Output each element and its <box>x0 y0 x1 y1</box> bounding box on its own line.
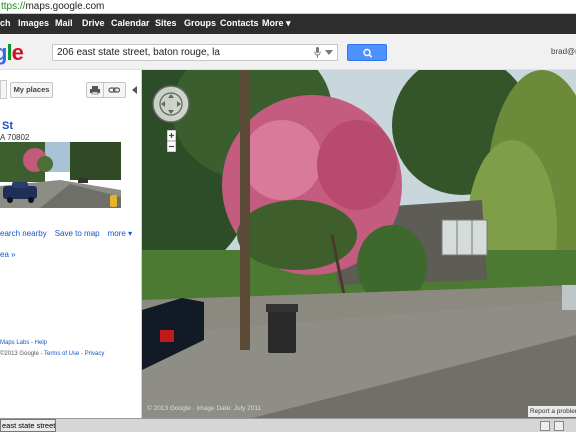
search-icon <box>363 48 373 58</box>
more-link[interactable]: more ▾ <box>108 229 132 238</box>
search-input[interactable]: 206 east state street, baton rouge, la <box>52 44 338 61</box>
copyright-text: ©2013 Google - <box>0 351 45 357</box>
microphone-icon[interactable] <box>314 47 321 58</box>
search-dropdown-icon[interactable] <box>325 50 333 55</box>
logo-letter: e <box>11 40 24 65</box>
taskbar-item[interactable]: east state street,... <box>0 419 56 432</box>
place-title[interactable]: St <box>2 120 13 132</box>
zoom-control[interactable] <box>167 130 176 152</box>
collapse-panel-icon[interactable] <box>132 86 137 94</box>
search-nearby-link[interactable]: earch nearby <box>0 229 47 238</box>
search-input-value: 206 east state street, baton rouge, la <box>57 47 220 58</box>
street-view-panorama[interactable] <box>142 70 576 418</box>
google-logo[interactable]: gle <box>0 40 24 66</box>
gbar-item-mail[interactable]: Mail <box>55 18 73 28</box>
report-problem-link[interactable]: Report a problem <box>528 406 576 417</box>
gbar-item-images[interactable]: Images <box>18 18 49 28</box>
print-button[interactable] <box>86 82 104 98</box>
pan-control[interactable] <box>151 84 191 124</box>
gbar-item-more[interactable]: More ▾ <box>262 18 291 29</box>
gbar-item-search[interactable]: ch <box>0 18 11 28</box>
address-bar[interactable]: ttps://maps.google.com <box>0 0 576 14</box>
place-address: A 70802 <box>0 133 30 142</box>
taskbar <box>0 418 576 432</box>
place-actions: earch nearby Save to map more ▾ <box>0 229 140 238</box>
left-panel <box>0 70 142 418</box>
toolbar-edge[interactable] <box>0 80 7 99</box>
area-link[interactable]: ea » <box>0 250 16 259</box>
map-copyright: © 2013 Google · Image Date: July 2011 <box>147 405 262 412</box>
gbar-item-groups[interactable]: Groups <box>184 18 216 28</box>
terms-link[interactable]: Terms of Use <box>44 351 79 357</box>
printer-icon <box>90 86 100 95</box>
tray-icon-1[interactable] <box>540 421 550 431</box>
google-bar: ch Images Mail Drive Calendar Sites Grou… <box>0 14 576 34</box>
search-button[interactable] <box>347 44 387 61</box>
save-to-map-link[interactable]: Save to map <box>55 229 100 238</box>
link-button[interactable] <box>104 82 126 98</box>
url-host: maps.google.com <box>25 1 105 12</box>
url-scheme: ttps:// <box>1 1 26 12</box>
pegman-icon <box>110 195 117 207</box>
street-view-thumbnail[interactable] <box>0 142 121 208</box>
gbar-item-contacts[interactable]: Contacts <box>220 18 259 28</box>
gbar-item-sites[interactable]: Sites <box>155 18 177 28</box>
link-icon <box>108 87 121 93</box>
my-places-button[interactable]: My places <box>10 82 53 98</box>
user-account[interactable]: brad@r <box>551 47 576 56</box>
tray-icon-2[interactable] <box>554 421 564 431</box>
gbar-item-calendar[interactable]: Calendar <box>111 18 150 28</box>
gbar-item-drive[interactable]: Drive <box>82 18 105 28</box>
maps-labs-help-link[interactable]: Maps Labs - Help <box>0 340 47 346</box>
footer-legal: ©2013 Google - Terms of Use - Privacy <box>0 351 104 357</box>
privacy-link[interactable]: Privacy <box>85 351 105 357</box>
